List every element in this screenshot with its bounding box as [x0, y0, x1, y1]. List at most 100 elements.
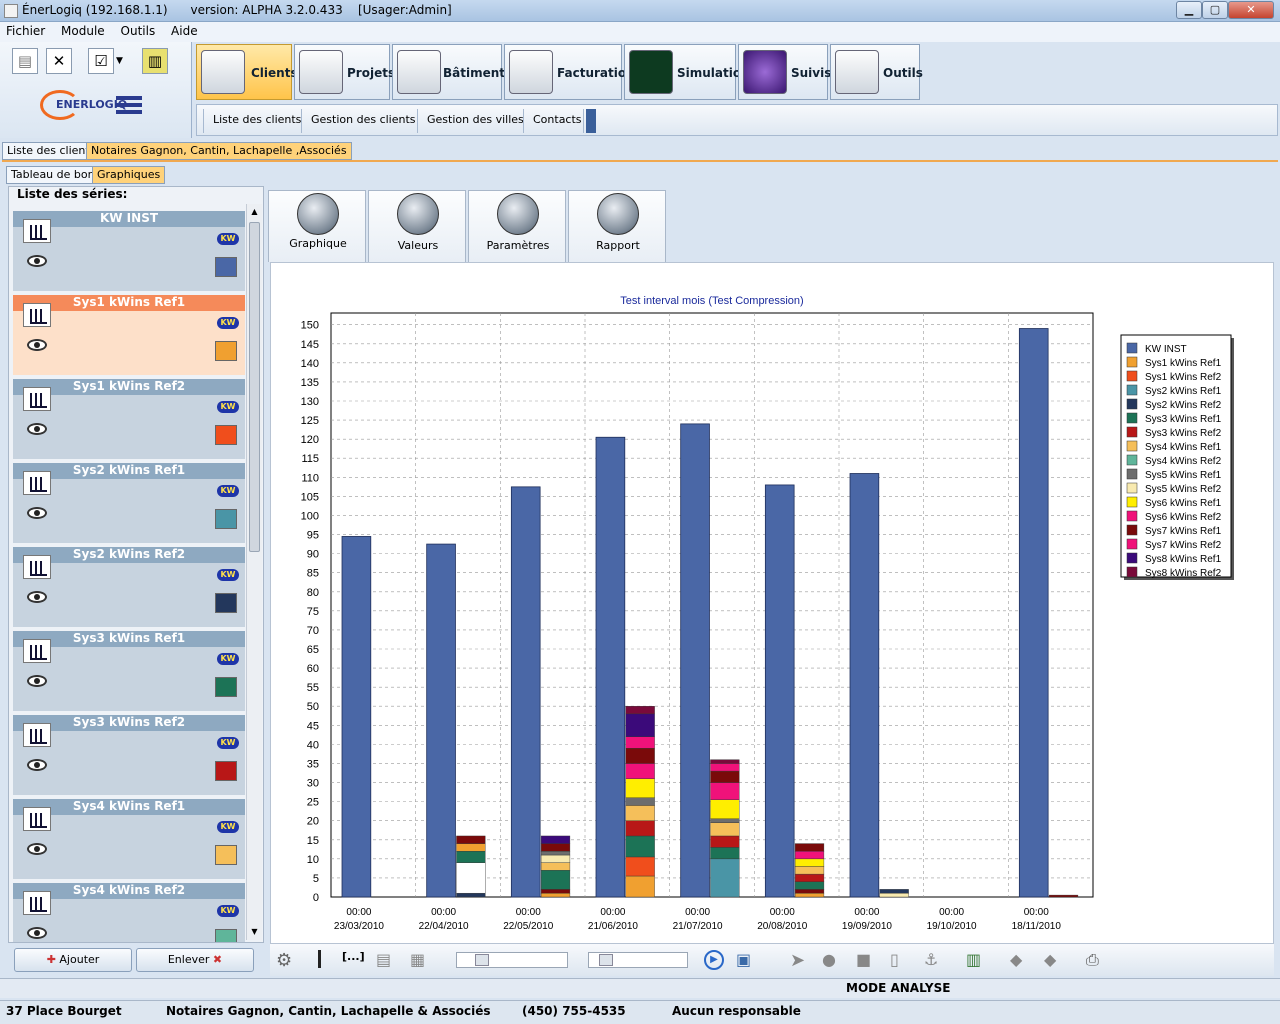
module-outils[interactable]: Outils	[830, 44, 923, 100]
eye-icon[interactable]	[27, 759, 47, 771]
anchor-icon[interactable]: ⚓	[924, 950, 944, 970]
series-color-swatch[interactable]	[215, 845, 237, 865]
bar-chart-icon[interactable]	[23, 387, 51, 411]
bar-chart-icon[interactable]	[23, 891, 51, 915]
eye-icon[interactable]	[27, 255, 47, 267]
series-color-swatch[interactable]	[215, 341, 237, 361]
bar-chart-icon[interactable]	[23, 639, 51, 663]
module-batiments[interactable]: Bâtiments	[392, 44, 512, 100]
zoom-icon[interactable]: ●	[822, 950, 842, 970]
pointer-icon[interactable]: ➤	[790, 950, 810, 971]
remove-series-button[interactable]: Enlever ✖	[136, 948, 254, 972]
play-icon[interactable]: ▶	[704, 950, 724, 970]
series-color-swatch[interactable]	[215, 677, 237, 697]
submenu-liste-clients[interactable]: Liste des clients	[213, 113, 301, 126]
scroll-thumb[interactable]	[249, 222, 260, 552]
bar-chart-icon[interactable]	[23, 807, 51, 831]
slider-thumb[interactable]	[475, 954, 489, 966]
bar-chart-icon[interactable]	[23, 219, 51, 243]
series-color-swatch[interactable]	[215, 425, 237, 445]
series-color-swatch[interactable]	[215, 929, 237, 942]
series-scrollbar[interactable]: ▲ ▼	[246, 204, 262, 940]
checkbox-icon[interactable]: ☑	[88, 48, 114, 74]
menu-aide[interactable]: Aide	[165, 22, 204, 38]
eye-icon[interactable]	[27, 927, 47, 939]
window-icon[interactable]: ▣	[736, 950, 756, 970]
module-facturation[interactable]: Facturation	[504, 44, 635, 100]
eye-icon[interactable]	[27, 423, 47, 435]
bar-stack-segment	[540, 892, 571, 898]
submenu-gestion-clients[interactable]: Gestion des clients	[311, 113, 416, 126]
x-tick-label: 18/11/2010	[1012, 921, 1062, 932]
menu-outils[interactable]: Outils	[115, 22, 162, 38]
tab-tableau-de-bord[interactable]: Tableau de bord	[6, 166, 104, 184]
kw-badge: KW	[217, 569, 239, 581]
maximize-button[interactable]: ▢	[1202, 1, 1228, 19]
series-card[interactable]: Sys4 kWins Ref1 KW	[13, 799, 245, 879]
bar-chart-icon[interactable]	[23, 303, 51, 327]
cursor-line-icon[interactable]	[318, 950, 321, 968]
bar-chart-icon[interactable]	[23, 723, 51, 747]
submenu-overflow-button[interactable]	[586, 109, 596, 133]
series-color-swatch[interactable]	[215, 593, 237, 613]
tab-client-notaires[interactable]: Notaires Gagnon, Cantin, Lachapelle ,Ass…	[86, 142, 352, 160]
graph-tab-rapport[interactable]: Rapport	[568, 190, 666, 262]
grid-icon[interactable]: ▦	[410, 950, 430, 970]
series-color-swatch[interactable]	[215, 761, 237, 781]
menu-module[interactable]: Module	[55, 22, 111, 38]
series-color-swatch[interactable]	[215, 509, 237, 529]
legend-swatch	[1126, 482, 1138, 494]
eye-icon[interactable]	[27, 843, 47, 855]
export-icon[interactable]: ▥	[966, 950, 986, 970]
slider-thumb[interactable]	[599, 954, 613, 966]
bar-chart-icon[interactable]	[23, 471, 51, 495]
zoom-box-icon[interactable]: ■	[856, 950, 876, 970]
submenu-gestion-villes[interactable]: Gestion des villes	[427, 113, 524, 126]
report-icon	[597, 193, 639, 235]
document-icon[interactable]: ▤	[376, 950, 396, 970]
eye-icon[interactable]	[27, 591, 47, 603]
series-card[interactable]: Sys3 kWins Ref1 KW	[13, 631, 245, 711]
graph-tab-graphique[interactable]: Graphique	[268, 190, 366, 262]
series-card[interactable]: Sys4 kWins Ref2 KW	[13, 883, 245, 942]
horizontal-slider-1[interactable]	[456, 952, 568, 968]
eye-icon[interactable]	[27, 507, 47, 519]
book-icon[interactable]: ▥	[142, 48, 168, 74]
new-icon[interactable]: ▤	[12, 48, 38, 74]
range-icon[interactable]: [...]	[342, 950, 365, 970]
module-clients[interactable]: Clients	[196, 44, 298, 100]
menu-fichier[interactable]: Fichier	[0, 22, 51, 38]
module-projets[interactable]: Projets	[294, 44, 395, 100]
tags-icon[interactable]: ◆	[1044, 950, 1064, 970]
close-button[interactable]: ✕	[1228, 1, 1274, 19]
page-icon[interactable]: ▯	[890, 950, 910, 970]
gear-icon[interactable]: ⚙	[276, 950, 296, 971]
scroll-up-icon[interactable]: ▲	[247, 204, 262, 220]
graph-tab-valeurs[interactable]: Valeurs	[368, 190, 466, 262]
series-card[interactable]: Sys1 kWins Ref1 KW	[13, 295, 245, 375]
horizontal-slider-2[interactable]	[588, 952, 688, 968]
series-card[interactable]: Sys2 kWins Ref1 KW	[13, 463, 245, 543]
scroll-down-icon[interactable]: ▼	[247, 924, 262, 940]
tag-icon[interactable]: ◆	[1010, 950, 1030, 970]
series-color-swatch[interactable]	[215, 257, 237, 277]
series-card[interactable]: Sys1 kWins Ref2 KW	[13, 379, 245, 459]
minimize-button[interactable]: ▁	[1176, 1, 1202, 19]
submenu-contacts[interactable]: Contacts	[533, 113, 582, 126]
series-card[interactable]: KW INST KW	[13, 211, 245, 291]
x-tick-label: 22/05/2010	[503, 921, 553, 932]
tab-graphiques[interactable]: Graphiques	[92, 166, 166, 184]
series-card[interactable]: Sys3 kWins Ref2 KW	[13, 715, 245, 795]
series-card[interactable]: Sys2 kWins Ref2 KW	[13, 547, 245, 627]
bar-chart-icon[interactable]	[23, 555, 51, 579]
eye-icon[interactable]	[27, 675, 47, 687]
print-icon[interactable]: ⎙	[1086, 950, 1106, 970]
dropdown-arrow-icon[interactable]: ▼	[116, 56, 123, 66]
eye-icon[interactable]	[27, 339, 47, 351]
module-simulation[interactable]: Simulation	[624, 44, 750, 100]
module-suivis[interactable]: Suivis	[738, 44, 831, 100]
add-series-button[interactable]: ✚ Ajouter	[14, 948, 132, 972]
series-panel-title: Liste des séries:	[17, 187, 128, 201]
delete-icon[interactable]: ✕	[46, 48, 72, 74]
graph-tab-parametres[interactable]: Paramètres	[468, 190, 566, 262]
